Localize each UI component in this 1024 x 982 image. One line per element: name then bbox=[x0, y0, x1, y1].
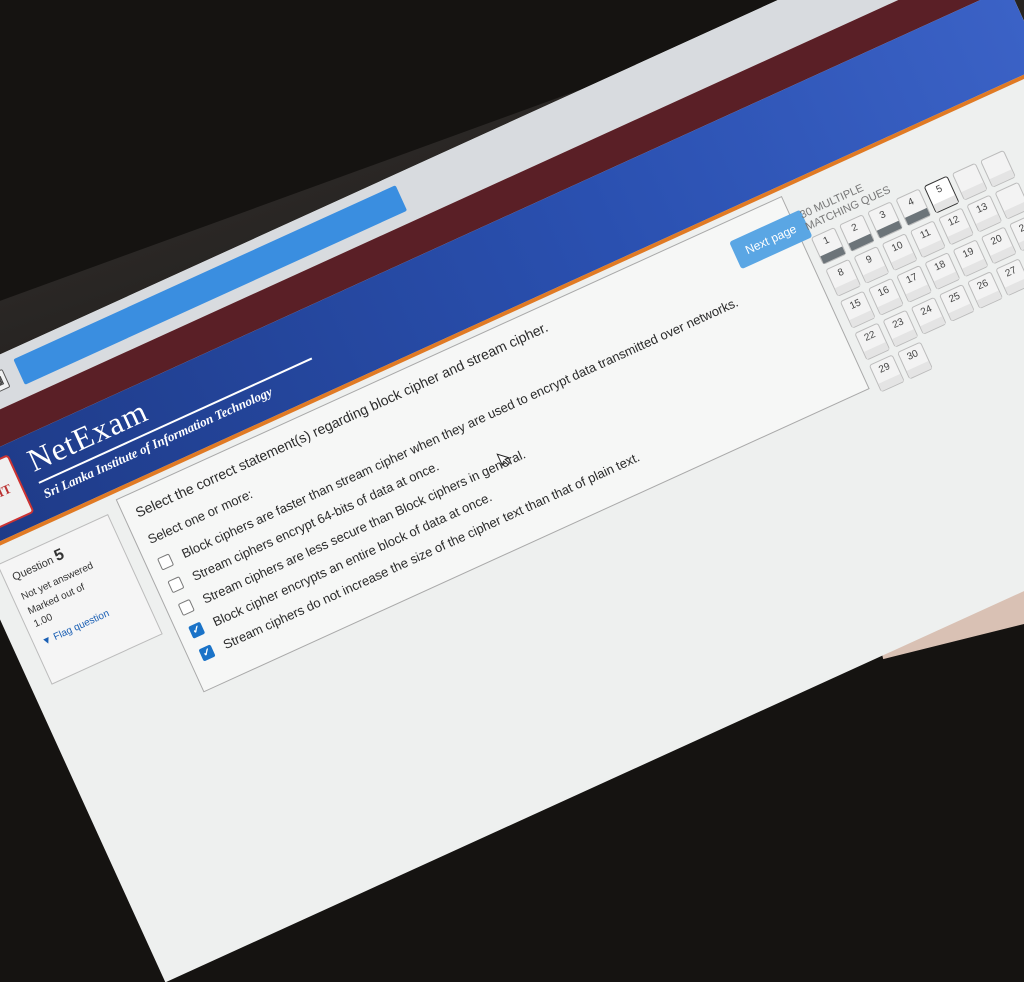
quiz-nav-button[interactable]: 13 bbox=[966, 195, 1002, 233]
quiz-nav-button[interactable]: 17 bbox=[896, 265, 932, 303]
quiz-nav-button[interactable]: 15 bbox=[840, 291, 876, 329]
quiz-nav-button[interactable]: 11 bbox=[910, 220, 946, 258]
quiz-nav-button[interactable]: 23 bbox=[882, 310, 918, 348]
quiz-nav-button[interactable]: 12 bbox=[938, 207, 974, 245]
quiz-nav-button[interactable]: 8 bbox=[825, 259, 861, 297]
answer-checkbox[interactable] bbox=[178, 599, 195, 616]
flag-icon: ▼ bbox=[40, 634, 54, 648]
quiz-nav-button[interactable]: 30 bbox=[897, 341, 933, 379]
sliit-logo: SLIIT bbox=[0, 454, 35, 536]
answer-checkbox[interactable] bbox=[167, 576, 184, 593]
quiz-nav-button[interactable]: 9 bbox=[853, 246, 889, 284]
quiz-nav-button[interactable]: 24 bbox=[911, 297, 947, 335]
quiz-nav-button[interactable]: 29 bbox=[869, 354, 905, 392]
answer-checkbox[interactable]: ✓ bbox=[198, 644, 215, 661]
calendar-icon[interactable]: ▦ bbox=[0, 369, 11, 395]
quiz-nav-button[interactable]: 20 bbox=[981, 226, 1017, 264]
quiz-nav-button[interactable]: 26 bbox=[967, 271, 1003, 309]
quiz-nav-button[interactable]: 25 bbox=[939, 284, 975, 322]
answer-checkbox[interactable]: ✓ bbox=[188, 622, 205, 639]
quiz-nav-button[interactable]: 18 bbox=[924, 252, 960, 290]
quiz-nav-button[interactable]: 19 bbox=[953, 239, 989, 277]
answer-checkbox[interactable] bbox=[157, 553, 174, 570]
question-number: 5 bbox=[52, 546, 67, 565]
quiz-nav-button[interactable]: 22 bbox=[854, 322, 890, 360]
quiz-nav-button[interactable]: 16 bbox=[868, 278, 904, 316]
laptop-screen: × ▯ ▦ SLIIT NetExam Sri Lanka Institute … bbox=[0, 0, 1024, 982]
quiz-nav-button[interactable]: 10 bbox=[882, 233, 918, 271]
